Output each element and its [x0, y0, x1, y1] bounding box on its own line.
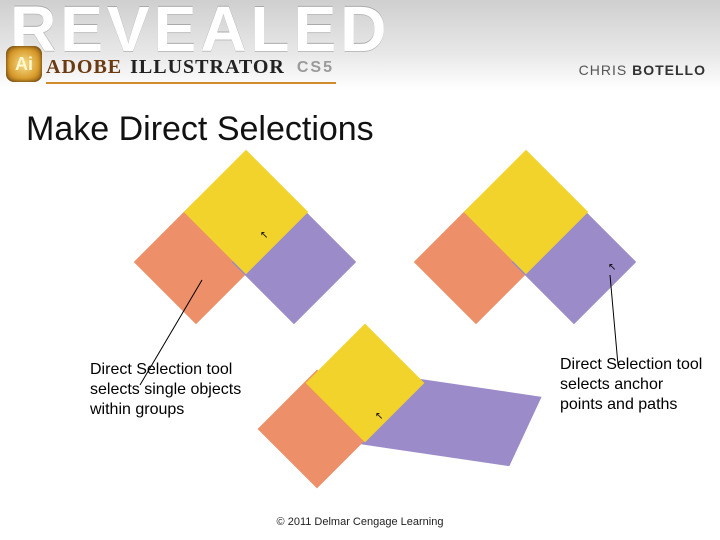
version-word: CS5: [297, 59, 334, 77]
cursor-icon: ↖: [608, 262, 616, 273]
illustrator-logo-icon: Ai: [6, 46, 42, 82]
illustrator-logo-text: Ai: [15, 54, 33, 75]
cursor-icon: ↖: [260, 230, 268, 241]
product-title: ADOBE ILLUSTRATOR CS5: [46, 56, 334, 79]
slide-title: Make Direct Selections: [26, 110, 374, 149]
example-panel-3: ↖: [245, 335, 505, 485]
author-first: CHRIS: [579, 62, 628, 78]
example-panel-1: ↖: [120, 160, 360, 310]
copyright-footer: © 2011 Delmar Cengage Learning: [0, 516, 720, 528]
callout-left: Direct Selection tool selects single obj…: [90, 360, 250, 420]
author-label: CHRIS BOTELLO: [579, 62, 706, 78]
slide-header: REVEALED Ai ADOBE ILLUSTRATOR CS5 CHRIS …: [0, 0, 720, 90]
author-last: BOTELLO: [632, 62, 706, 78]
brand-word: ADOBE: [46, 56, 122, 79]
product-word: ILLUSTRATOR: [130, 56, 285, 79]
title-underline: [46, 82, 336, 84]
illustration-area: ↖ ↖ ↖ Direct Selection tool selects sing…: [0, 160, 720, 500]
callout-right: Direct Selection tool selects anchor poi…: [560, 355, 710, 415]
cursor-icon: ↖: [375, 411, 383, 422]
example-panel-2: ↖: [400, 160, 640, 310]
